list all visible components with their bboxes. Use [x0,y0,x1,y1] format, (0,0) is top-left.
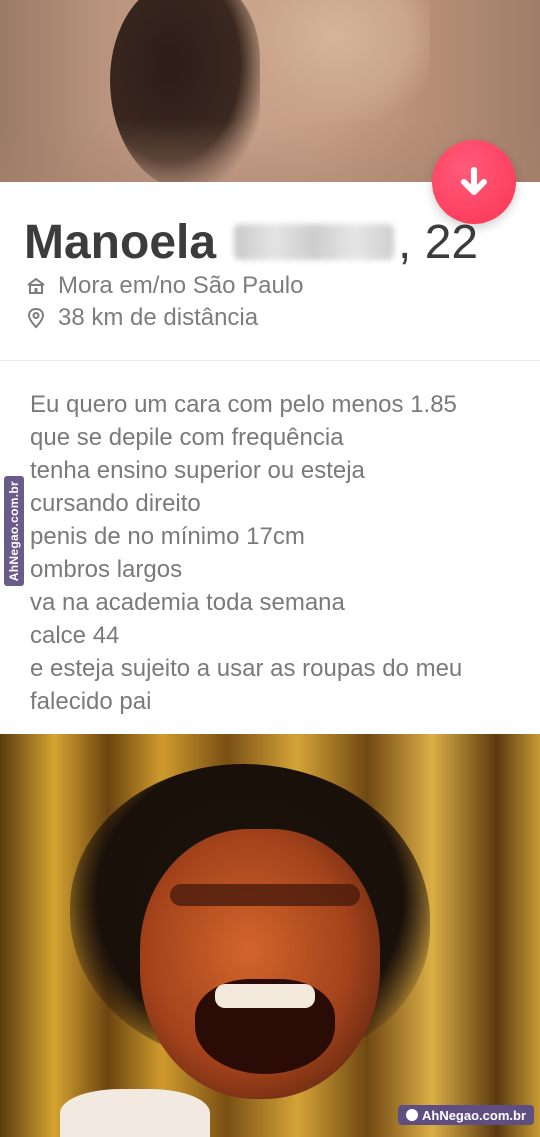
bio-line: va na academia toda semana [30,589,345,616]
reaction-meme-image: AhNegao.com.br [0,734,540,1137]
side-watermark: AhNegao.com.br [4,476,24,586]
profile-bio: Eu quero um cara com pelo menos 1.85 que… [30,388,520,718]
distance-info: 38 km de distância [26,304,258,332]
bio-line: e esteja sujeito a usar as roupas do meu [30,655,463,682]
distance-text: 38 km de distância [58,304,259,331]
residence-text: Mora em/no São Paulo [58,272,304,299]
meme-teeth [215,984,315,1008]
bio-line: penis de no mínimo 17cm [30,523,305,550]
blurred-surname [234,224,395,260]
profile-age: , 22 [398,215,479,269]
side-watermark-text: AhNegao.com.br [7,480,21,582]
watermark-logo-icon [405,1109,418,1121]
location-pin-icon [27,307,45,329]
meme-brow [170,884,360,906]
bio-line: que se depile com frequência [30,424,344,451]
profile-name: Manoela [24,215,217,269]
photo-skin [240,0,430,120]
residence-info: Mora em/no São Paulo [26,272,303,300]
section-divider [0,360,540,361]
arrow-down-icon [461,167,487,195]
bio-line: calce 44 [30,622,120,649]
bottom-watermark-text: AhNegao.com.br [421,1107,526,1123]
bottom-watermark: AhNegao.com.br [397,1105,534,1125]
bio-line: cursando direito [30,490,201,517]
bio-line: Eu quero um cara com pelo menos 1.85 [30,391,457,418]
home-icon [27,277,45,294]
profile-name-row: Manoela , 22 [24,212,478,272]
meme-shirt [60,1089,210,1137]
bio-line: tenha ensino superior ou esteja [30,457,365,484]
bio-line: falecido pai [30,688,152,715]
bio-line: ombros largos [30,556,183,583]
